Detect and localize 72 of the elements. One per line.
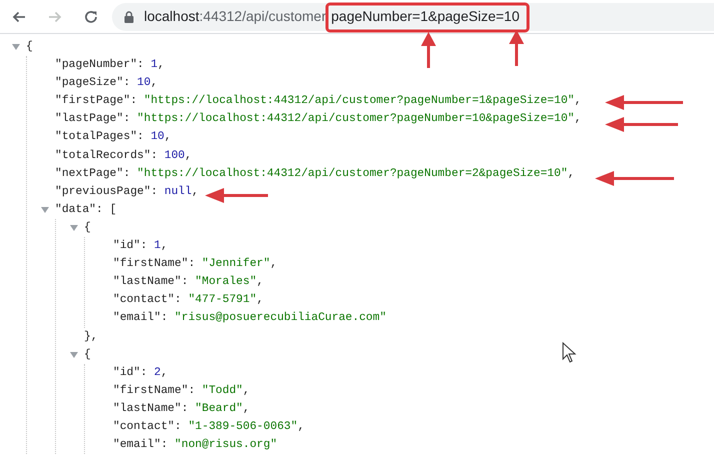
json-key: "pageSize": [55,74,130,92]
json-value: "Beard" [195,402,243,417]
json-value: "https://localhost:44312/api/customer?pageNumber=2&pageSize=10" [137,166,568,182]
url-host: localhost [144,7,200,26]
json-key: "lastName": [113,273,188,292]
json-key: "data": [55,200,103,219]
json-value: 10 [150,130,164,146]
json-value: 1 [154,239,161,254]
json-punctuation: , [158,58,164,74]
json-punctuation: , [192,184,199,200]
collapse-toggle-icon[interactable] [70,224,78,232]
json-punctuation: , [160,239,168,254]
annotation-arrow [205,188,268,203]
json-bracket: [ [110,202,117,218]
collapse-toggle-icon[interactable] [41,206,49,214]
json-punctuation: , [298,420,304,435]
json-punctuation: , [270,257,278,272]
reload-icon [83,8,99,24]
json-key: "firstName": [113,382,196,400]
json-punctuation: , [568,166,575,182]
json-value: 10 [137,76,151,92]
json-punctuation: , [184,148,192,164]
json-value: "non@risus.org" [174,438,278,454]
json-value: "1-389-506-0063" [188,420,298,435]
address-bar[interactable]: localhost:44312/api/customer pageNumber=1&pageSize=10 [112,2,714,30]
json-key: "id": [113,237,148,256]
json-value: "Jennifer" [202,256,270,272]
json-punctuation: , [160,366,168,381]
json-punctuation: , [256,275,264,290]
json-key: "contact": [113,291,182,310]
json-value: "risus@posuerecubiliaCurae.com" [174,310,386,326]
json-key: "firstName": [113,255,196,274]
annotation-arrow [509,30,524,66]
json-value: null [164,184,192,200]
json-value: 2 [154,366,161,381]
json-key: "lastName": [113,400,188,418]
json-punctuation: , [242,402,250,417]
collapse-toggle-icon[interactable] [70,350,78,359]
json-value: 100 [164,148,185,164]
url-path: :44312/api/customer [199,7,326,26]
cursor-icon [562,342,576,363]
json-key: "totalRecords": [55,146,158,165]
json-key: "lastPage": [55,110,130,128]
json-key: "id": [113,364,148,382]
json-key: "firstPage": [55,92,138,110]
json-key: "pageNumber": [55,56,144,74]
json-key: "email": [113,436,168,454]
url-query: pageNumber=1&pageSize=10 [331,9,520,24]
json-bracket: { [84,348,91,363]
json-key: "previousPage": [55,182,158,201]
json-bracket: }, [84,330,98,344]
json-punctuation: , [150,76,158,92]
json-value: "477-5791" [188,292,257,308]
json-value: "Morales" [195,274,257,290]
json-punctuation: , [242,384,250,399]
json-key: "totalPages": [55,128,144,147]
json-bracket: { [26,40,33,55]
lock-icon [124,10,134,22]
json-value: "https://localhost:44312/api/customer?pageNumber=10&pageSize=10" [137,112,575,128]
json-punctuation: , [574,112,582,128]
json-punctuation: , [256,293,264,308]
json-bracket: { [84,220,91,236]
json-punctuation: , [574,94,582,110]
json-value: 1 [150,58,158,74]
json-key: "email": [113,309,168,328]
json-value: "https://localhost:44312/api/customer?pageNumber=1&pageSize=10" [144,94,575,110]
json-value: "Todd" [202,384,243,399]
json-key: "nextPage": [55,164,130,183]
collapse-toggle-icon[interactable] [12,43,20,52]
annotation-arrow [421,32,436,68]
json-key: "contact": [113,418,182,436]
json-punctuation: , [164,130,172,146]
